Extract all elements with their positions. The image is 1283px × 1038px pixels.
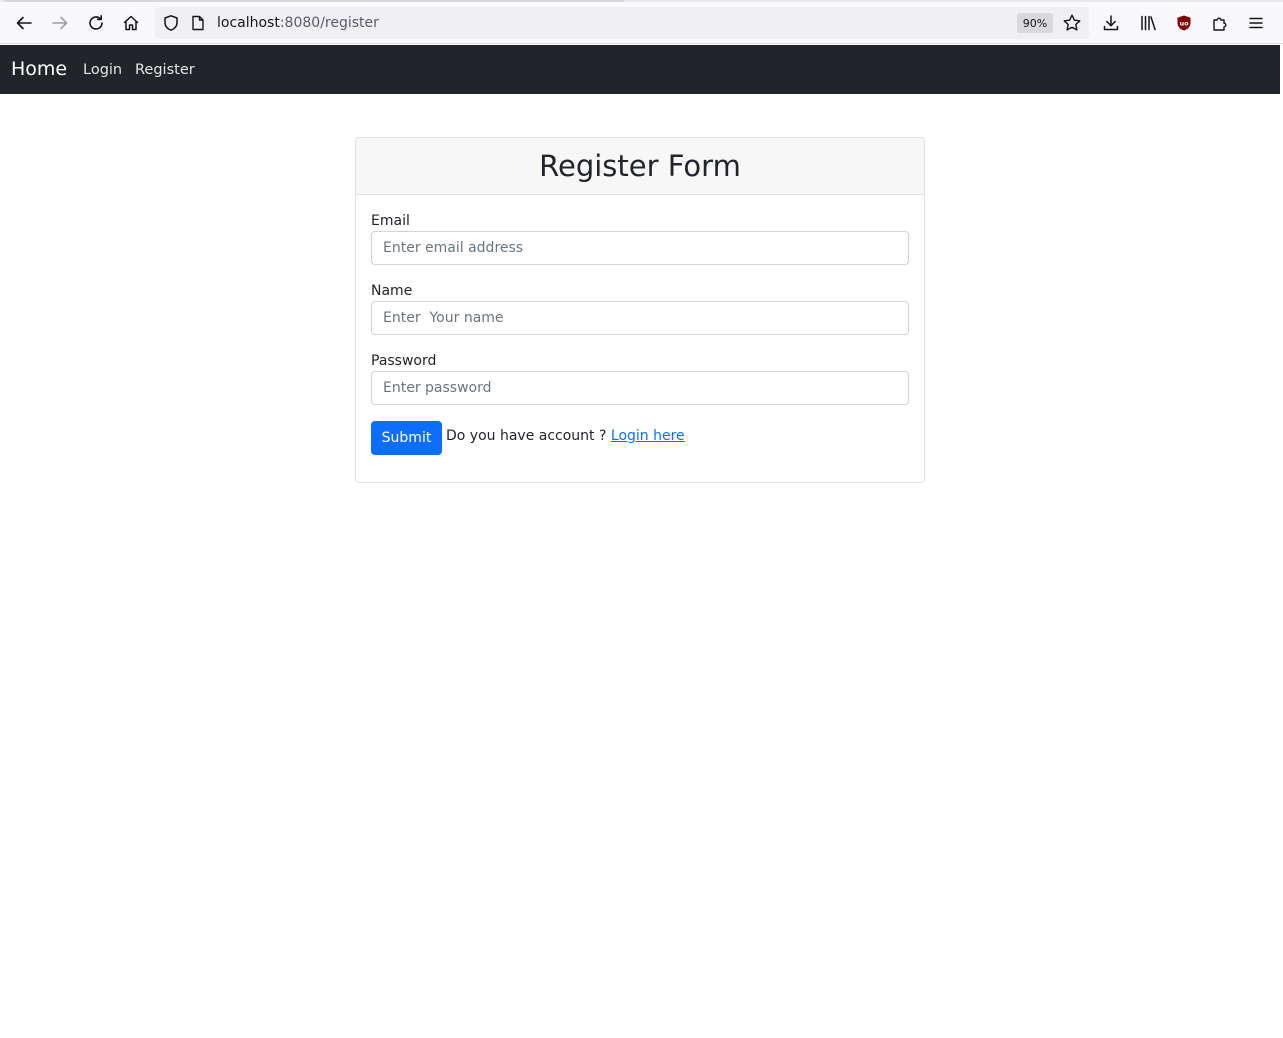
email-label: Email <box>371 213 410 229</box>
email-field[interactable] <box>371 231 909 265</box>
name-field[interactable] <box>371 301 909 335</box>
ublock-origin-icon[interactable]: uo <box>1169 8 1199 38</box>
browser-toolbar: localhost:8080/register 90% uo <box>0 0 1283 44</box>
url-path: :8080/register <box>279 15 379 31</box>
bookmark-star-icon[interactable] <box>1062 13 1082 33</box>
downloads-icon[interactable] <box>1096 8 1126 38</box>
extensions-icon[interactable] <box>1205 8 1235 38</box>
forward-icon[interactable] <box>45 8 75 38</box>
reload-icon[interactable] <box>81 8 111 38</box>
submit-button[interactable]: Submit <box>371 421 442 455</box>
brand-home-link[interactable]: Home <box>11 57 67 81</box>
tracking-protection-icon[interactable] <box>162 14 180 32</box>
home-icon[interactable] <box>116 8 146 38</box>
account-prompt-text: Do you have account ? <box>446 428 607 444</box>
form-title: Register Form <box>539 149 741 183</box>
password-label: Password <box>371 353 437 369</box>
register-card: Register Form Email Name Password Submit… <box>355 137 925 483</box>
svg-text:uo: uo <box>1179 20 1189 28</box>
nav-link-register[interactable]: Register <box>135 60 195 80</box>
menu-icon[interactable] <box>1241 8 1271 38</box>
url-text[interactable]: localhost:8080/register <box>217 14 379 32</box>
library-icon[interactable] <box>1133 8 1163 38</box>
password-field[interactable] <box>371 371 909 405</box>
account-prompt: Do you have account ? Login here <box>446 427 685 445</box>
card-header: Register Form <box>356 138 924 195</box>
back-icon[interactable] <box>9 8 39 38</box>
zoom-level-badge[interactable]: 90% <box>1017 13 1053 33</box>
nav-link-login[interactable]: Login <box>83 60 122 80</box>
tab-strip <box>0 0 1283 2</box>
url-bar[interactable]: localhost:8080/register 90% <box>155 7 1089 39</box>
site-navbar: Home Login Register <box>0 45 1280 94</box>
url-host: localhost <box>217 15 280 31</box>
name-label: Name <box>371 283 413 299</box>
page-info-icon[interactable] <box>191 15 205 31</box>
login-here-link[interactable]: Login here <box>611 428 685 444</box>
